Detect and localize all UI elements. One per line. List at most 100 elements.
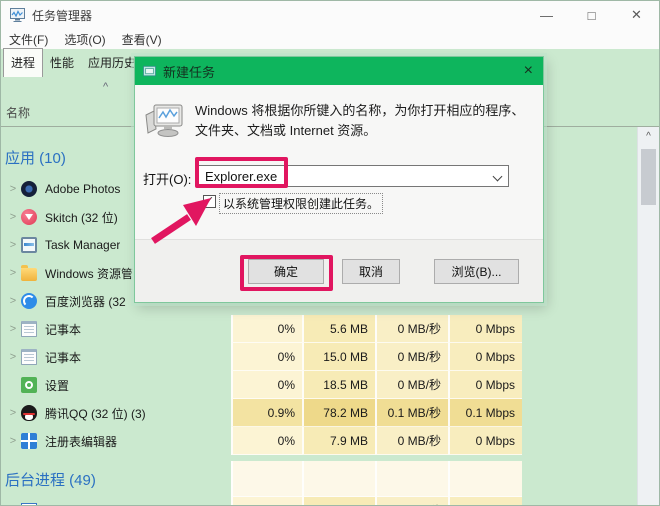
expand-chevron-icon[interactable]: >	[5, 295, 21, 307]
cpu-value: 0%	[231, 497, 302, 505]
tab[interactable]: 性能	[43, 49, 81, 77]
window-titlebar[interactable]: 任务管理器 — □ ✕	[1, 1, 659, 29]
process-name: Windows 资源管	[45, 265, 133, 282]
table-row[interactable]: > 设置 0% 18.5 MB 0 MB/秒 0 Mbps	[1, 371, 637, 399]
highlight-open-field	[195, 157, 288, 188]
table-row[interactable]: > 记事本 0% 15.0 MB 0 MB/秒 0 Mbps	[1, 343, 637, 371]
settings-gear-icon	[21, 377, 37, 393]
expand-chevron-icon[interactable]: >	[5, 183, 21, 195]
dialog-message: Windows 将根据你所键入的名称，为你打开相应的程序、 文件夹、文档或 In…	[195, 101, 524, 141]
network-value: 0 Mbps	[448, 497, 522, 505]
disk-value: 0.1 MB/秒	[375, 399, 448, 427]
memory-value: 78.2 MB	[302, 399, 375, 427]
annotation-arrow-icon	[143, 189, 223, 249]
network-value: 0 Mbps	[448, 343, 522, 371]
task-manager-window: 任务管理器 — □ ✕ 文件(F)选项(O)查看(V) 进程性能应用历史记 ^ …	[0, 0, 660, 506]
menu-bar: 文件(F) 选项(O) 查看(V)	[1, 29, 659, 49]
process-name: 记事本	[45, 321, 81, 338]
process-name: Task Manager	[45, 238, 120, 252]
process-name-cell[interactable]: > 记事本	[1, 315, 231, 343]
cancel-button[interactable]: 取消	[342, 259, 400, 284]
expand-chevron-icon[interactable]: >	[5, 211, 21, 223]
task-manager-app-icon	[10, 8, 25, 23]
process-name: 记事本	[45, 349, 81, 366]
close-button[interactable]: ✕	[614, 1, 659, 29]
name-column-header[interactable]: 名称	[6, 104, 30, 121]
process-name-cell[interactable]: > 腾讯QQ (32 位) (3)	[1, 399, 231, 427]
process-name: 注册表编辑器	[45, 433, 117, 450]
window-title: 任务管理器	[32, 7, 92, 24]
minimize-button[interactable]: —	[524, 1, 569, 29]
memory-value: 5.6 MB	[302, 315, 375, 343]
sort-ascending-icon: ^	[103, 81, 108, 93]
cpu-value: 0%	[231, 371, 302, 399]
process-name: 应用 (10)	[5, 147, 66, 168]
dialog-titlebar[interactable]: 新建任务 ×	[135, 57, 543, 85]
new-task-dialog: 新建任务 × Windows 将根据你所键入的名称，为你打开相应的程序、 文件夹…	[134, 56, 544, 303]
process-name-cell[interactable]: > 记事本	[1, 343, 231, 371]
disk-value: 0 MB/秒	[375, 497, 448, 505]
browse-button[interactable]: 浏览(B)...	[434, 259, 519, 284]
admin-privileges-label[interactable]: 以系统管理权限创建此任务。	[220, 194, 382, 213]
process-name-cell[interactable]: > 注册表编辑器	[1, 427, 231, 455]
memory-value: 15.0 MB	[302, 343, 375, 371]
menu-item[interactable]: 查看(V)	[122, 31, 162, 48]
expand-chevron-icon[interactable]: >	[5, 351, 21, 363]
table-row[interactable]: > Application Frame Host 0% 9.5 MB 0 MB/…	[1, 497, 637, 505]
network-value	[448, 461, 522, 497]
network-value: 0 Mbps	[448, 371, 522, 399]
app-frame-host-icon	[21, 503, 37, 505]
baidu-browser-icon	[21, 293, 37, 309]
process-name-cell[interactable]: > 后台进程 (49)	[1, 461, 231, 497]
process-name: 设置	[45, 377, 69, 394]
expand-chevron-icon[interactable]: >	[5, 239, 21, 251]
cpu-value: 0%	[231, 315, 302, 343]
disk-value: 0 MB/秒	[375, 315, 448, 343]
scroll-up-icon[interactable]: ^	[638, 127, 659, 147]
registry-icon	[21, 433, 37, 449]
process-name-cell[interactable]: > 设置	[1, 371, 231, 399]
disk-value	[375, 461, 448, 497]
cpu-value: 0%	[231, 343, 302, 371]
memory-value: 9.5 MB	[302, 497, 375, 505]
vertical-scrollbar[interactable]: ^	[637, 127, 659, 505]
task-manager-icon	[21, 237, 37, 253]
cpu-value: 0.9%	[231, 399, 302, 427]
process-name: Application Frame Host	[45, 504, 170, 505]
combobox-dropdown-icon[interactable]	[490, 166, 508, 186]
expand-chevron-icon[interactable]: >	[5, 435, 21, 447]
skitch-icon	[21, 209, 37, 225]
expand-chevron-icon[interactable]: >	[5, 323, 21, 335]
table-row[interactable]: > 记事本 0% 5.6 MB 0 MB/秒 0 Mbps	[1, 315, 637, 343]
expand-chevron-icon[interactable]: >	[5, 267, 21, 279]
table-row[interactable]: > 注册表编辑器 0% 7.9 MB 0 MB/秒 0 Mbps	[1, 427, 637, 455]
cpu-value: 0%	[231, 427, 302, 455]
process-name: 百度浏览器 (32	[45, 293, 126, 310]
dialog-icon	[143, 65, 156, 78]
cpu-value	[231, 461, 302, 497]
disk-value: 0 MB/秒	[375, 427, 448, 455]
menu-item[interactable]: 文件(F)	[9, 31, 48, 48]
maximize-button[interactable]: □	[569, 1, 614, 29]
network-value: 0 Mbps	[448, 315, 522, 343]
disk-value: 0 MB/秒	[375, 343, 448, 371]
explorer-folder-icon	[21, 268, 37, 281]
run-dialog-icon	[144, 103, 188, 141]
expand-chevron-icon[interactable]: >	[5, 407, 21, 419]
dialog-message-line2: 文件夹、文档或 Internet 资源。	[195, 121, 524, 141]
network-value: 0 Mbps	[448, 427, 522, 455]
memory-value: 7.9 MB	[302, 427, 375, 455]
memory-value: 18.5 MB	[302, 371, 375, 399]
process-name-cell[interactable]: > Application Frame Host	[1, 497, 231, 505]
network-value: 0.1 Mbps	[448, 399, 522, 427]
process-name: Skitch (32 位)	[45, 209, 118, 226]
dialog-close-icon[interactable]: ×	[524, 63, 533, 79]
notepad-icon	[21, 349, 37, 365]
table-row[interactable]: > 后台进程 (49)	[1, 461, 637, 497]
menu-item[interactable]: 选项(O)	[64, 31, 105, 48]
process-name: Adobe Photos	[45, 182, 120, 196]
scrollbar-thumb[interactable]	[641, 149, 656, 205]
process-name: 后台进程 (49)	[5, 469, 96, 490]
table-row[interactable]: > 腾讯QQ (32 位) (3) 0.9% 78.2 MB 0.1 MB/秒 …	[1, 399, 637, 427]
tab[interactable]: 进程	[3, 48, 43, 77]
